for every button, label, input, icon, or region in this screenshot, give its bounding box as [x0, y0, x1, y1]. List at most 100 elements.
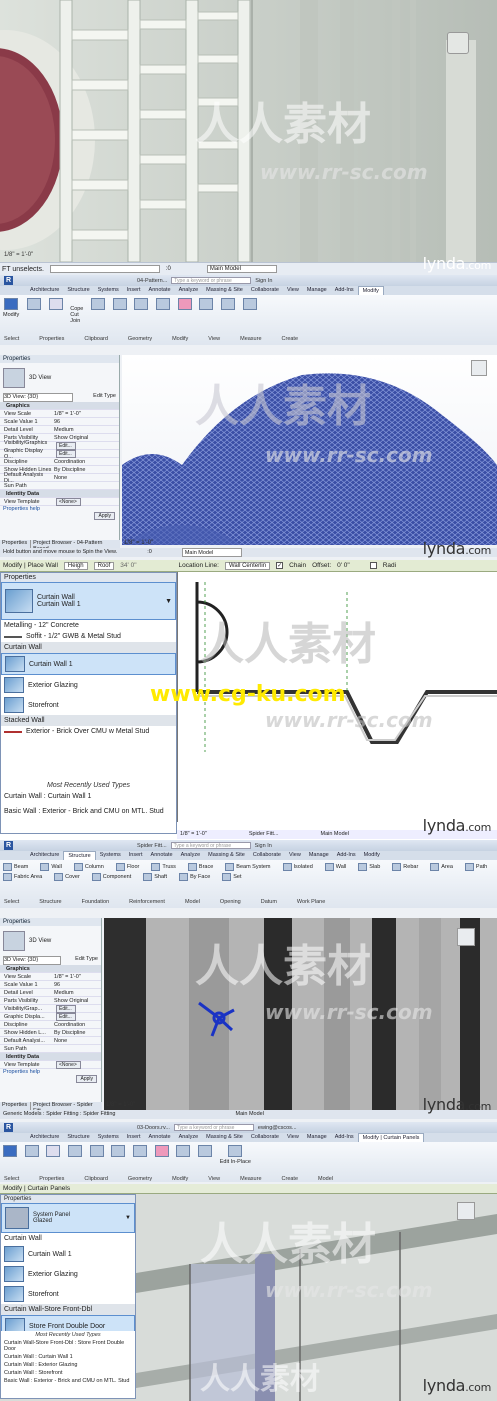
- offset-value[interactable]: 0' 0": [337, 562, 350, 569]
- view-cube-icon[interactable]: [457, 1202, 475, 1220]
- type-item[interactable]: Store Front Double Door: [1, 1315, 135, 1331]
- ribbon-tool[interactable]: Isolated: [282, 863, 313, 871]
- ribbon-tab[interactable]: Add-Ins: [331, 286, 358, 295]
- ribbon-tool[interactable]: Fabric Area: [3, 873, 42, 881]
- apply-button[interactable]: Apply: [76, 1075, 97, 1083]
- ribbon-tab[interactable]: Systems: [96, 851, 125, 860]
- type-selector[interactable]: 3D View: [0, 926, 101, 956]
- type-item[interactable]: Curtain Wall 1: [1, 653, 176, 675]
- project-browser-tab[interactable]: Project Browser - 04-Pattern Based...: [30, 540, 120, 552]
- align-tool[interactable]: [91, 298, 106, 312]
- search-input[interactable]: Type a keyword or phrase: [171, 277, 252, 284]
- ribbon-tab[interactable]: View: [283, 1133, 303, 1142]
- instance-dropdown[interactable]: 3D View: {3D}: [3, 956, 61, 965]
- recent-type-item[interactable]: Curtain Wall : Curtain Wall 1: [1, 791, 176, 802]
- view-cube-icon[interactable]: [471, 360, 487, 376]
- join-button[interactable]: Join: [70, 318, 83, 324]
- delete-tool[interactable]: [154, 1145, 169, 1159]
- property-value[interactable]: Edit...: [56, 1004, 76, 1013]
- ribbon-tab[interactable]: Analyze: [175, 286, 203, 295]
- user-account[interactable]: ewing@cscos...: [258, 1125, 297, 1131]
- ribbon-tool[interactable]: Floor: [115, 863, 139, 871]
- view-cube-icon[interactable]: [447, 32, 469, 54]
- radius-checkbox[interactable]: [369, 562, 377, 569]
- model-dropdown[interactable]: Main Model: [320, 830, 348, 839]
- properties-tab[interactable]: Properties: [2, 1102, 27, 1110]
- type-item[interactable]: Metalling - 12" Concrete: [1, 620, 176, 631]
- project-browser-tab[interactable]: Project Browser - Spider Fitt...: [30, 1102, 102, 1114]
- view-tool[interactable]: [199, 298, 214, 312]
- ribbon-tab[interactable]: Insert: [125, 851, 147, 860]
- ribbon-tool[interactable]: Cover: [54, 873, 80, 881]
- view-scale[interactable]: 1/8" = 1'-0": [124, 540, 153, 546]
- ribbon-tab[interactable]: Collaborate: [249, 851, 285, 860]
- revit-app-icon[interactable]: R: [4, 841, 13, 850]
- ribbon-tab[interactable]: Insert: [123, 1133, 145, 1142]
- view-scale[interactable]: 1/8" = 1'-0": [180, 830, 207, 839]
- search-input[interactable]: Type a keyword or phrase: [173, 1124, 254, 1131]
- type-item[interactable]: Exterior Glazing: [1, 1264, 135, 1284]
- type-selector-dropdown[interactable]: Properties System Panel Glazed ▼ Curtain…: [0, 1194, 136, 1399]
- ribbon-tool[interactable]: Component: [91, 873, 131, 881]
- ribbon-tab[interactable]: Add-Ins: [331, 1133, 358, 1142]
- ribbon-tab[interactable]: Massing & Site: [202, 1133, 247, 1142]
- delete-tool[interactable]: [177, 298, 192, 312]
- ribbon-tool[interactable]: Shaft: [143, 873, 167, 881]
- properties-tool[interactable]: [26, 298, 41, 312]
- recent-type-item[interactable]: Curtain Wall-Store Front-Dbl : Store Fro…: [1, 1339, 135, 1353]
- ribbon-tool[interactable]: Rebar: [392, 863, 418, 871]
- height-value[interactable]: 34' 0": [120, 562, 136, 569]
- ribbon-tool[interactable]: Beam: [3, 863, 28, 871]
- sign-in[interactable]: Sign In: [255, 843, 272, 849]
- property-value[interactable]: Edit...: [56, 441, 76, 450]
- ribbon-tool[interactable]: Set: [222, 873, 242, 881]
- properties-tab[interactable]: Properties: [2, 540, 27, 548]
- type-item[interactable]: Soffit - 1/2" GWB & Metal Stud: [1, 631, 176, 642]
- ribbon-tab[interactable]: Manage: [303, 1133, 331, 1142]
- modify-tool[interactable]: Modify: [3, 298, 19, 318]
- type-item[interactable]: Curtain Wall 1: [1, 1244, 135, 1264]
- ribbon-tab[interactable]: Annotate: [145, 1133, 175, 1142]
- recent-type-item[interactable]: Curtain Wall : Exterior Glazing: [1, 1361, 135, 1369]
- model-dropdown[interactable]: Main Model: [236, 1110, 264, 1119]
- type-item[interactable]: Curtain Wall: [1, 1233, 135, 1244]
- ribbon-tab[interactable]: Annotate: [147, 851, 177, 860]
- measure-tool[interactable]: [221, 298, 236, 312]
- ribbon-tab[interactable]: Manage: [303, 286, 331, 295]
- mirror-tool[interactable]: [133, 1145, 148, 1159]
- ribbon-tab[interactable]: Massing & Site: [204, 851, 249, 860]
- view-scale[interactable]: 1/8" = 1'-0": [106, 1102, 135, 1108]
- type-selector[interactable]: 3D View: [0, 363, 119, 393]
- ribbon-tab[interactable]: Insert: [123, 286, 145, 295]
- ribbon-tab[interactable]: Architecture: [26, 1133, 63, 1142]
- ribbon-tool[interactable]: Brace: [187, 863, 213, 871]
- ribbon-tab[interactable]: Structure: [63, 851, 96, 860]
- instance-dropdown[interactable]: 3D View: {3D}: [3, 393, 73, 402]
- ribbon-tab[interactable]: View: [285, 851, 305, 860]
- ribbon-tool[interactable]: Wall: [324, 863, 346, 871]
- ribbon-tab[interactable]: Manage: [305, 851, 333, 860]
- property-value[interactable]: <None>: [56, 497, 81, 506]
- create-tool[interactable]: [242, 298, 257, 312]
- search-input[interactable]: Type a keyword or phrase: [170, 842, 251, 849]
- ribbon-tab[interactable]: Analyze: [175, 1133, 203, 1142]
- recent-type-item[interactable]: Basic Wall : Exterior - Brick and CMU on…: [1, 806, 176, 817]
- edit-type-button[interactable]: Edit Type: [93, 393, 116, 402]
- rotate-tool[interactable]: [111, 1145, 126, 1159]
- ribbon-tab[interactable]: Collaborate: [247, 286, 283, 295]
- ribbon-tab[interactable]: Modify | Curtain Panels: [357, 1133, 425, 1142]
- modify-tool[interactable]: [3, 1145, 17, 1159]
- model-dropdown[interactable]: Main Model: [206, 265, 277, 273]
- ribbon-tool[interactable]: Beam System: [225, 863, 271, 871]
- ribbon-tool[interactable]: Area: [430, 863, 453, 871]
- level-dropdown[interactable]: Roof: [93, 561, 115, 570]
- workset-dropdown[interactable]: [49, 265, 160, 273]
- ribbon-tool[interactable]: Truss: [151, 863, 176, 871]
- type-item[interactable]: Exterior - Brick Over CMU w Metal Stud: [1, 726, 176, 737]
- move-tool[interactable]: [112, 298, 127, 312]
- type-item[interactable]: Storefront: [1, 1284, 135, 1304]
- view-scale[interactable]: 1/8" = 1'-0": [4, 252, 33, 258]
- mirror-tool[interactable]: [156, 298, 171, 312]
- chain-checkbox[interactable]: ✓: [276, 562, 284, 569]
- ribbon-tab[interactable]: Systems: [94, 286, 123, 295]
